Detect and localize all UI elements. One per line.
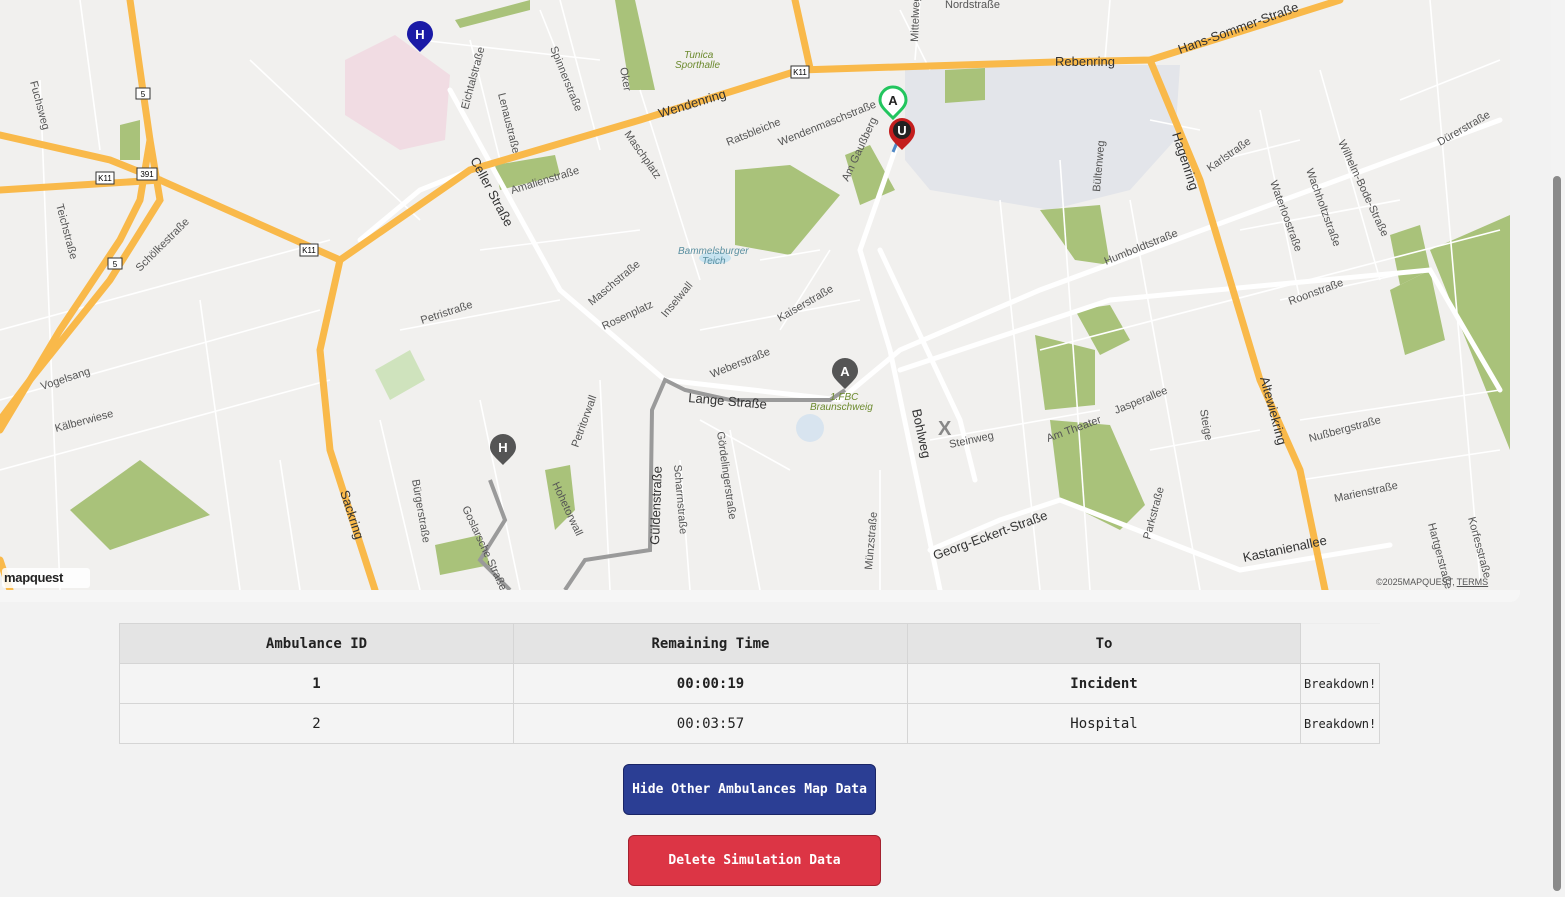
breakdown-link[interactable]: Breakdown! (1299, 663, 1381, 704)
ambulance-table: Ambulance ID Remaining Time To 1 00:00:1… (119, 623, 1381, 744)
svg-text:5: 5 (113, 260, 118, 269)
hide-other-ambulances-button[interactable]: Hide Other Ambulances Map Data (623, 764, 876, 815)
col-to: To (907, 623, 1301, 664)
map-copyright: ©2025MAPQUEST, TERMS (1376, 577, 1488, 587)
mapquest-logo: mapquest (2, 568, 90, 588)
svg-text:U: U (897, 123, 906, 138)
road-badge: 5 (107, 257, 123, 270)
cell-remaining-time: 00:03:57 (513, 703, 908, 744)
x-marker: X (938, 418, 952, 440)
col-action (1300, 623, 1380, 664)
col-remaining-time: Remaining Time (513, 623, 908, 664)
road-badge: 5 (135, 87, 151, 100)
svg-text:K11: K11 (793, 68, 807, 77)
cell-destination: Hospital (907, 703, 1301, 744)
park (945, 68, 985, 103)
scrollbar-thumb[interactable] (1553, 176, 1561, 891)
scrollbar[interactable] (1551, 0, 1565, 897)
cell-ambulance-id: 1 (119, 663, 514, 704)
col-ambulance-id: Ambulance ID (119, 623, 514, 664)
map-frame (0, 590, 1520, 602)
pond (796, 414, 824, 442)
park (120, 120, 140, 160)
breakdown-link[interactable]: Breakdown! (1299, 703, 1381, 744)
svg-text:H: H (415, 27, 424, 42)
svg-text:K11: K11 (302, 246, 316, 255)
road-badge: K11 (95, 171, 115, 185)
street-label: Mittelweg (909, 0, 923, 42)
cell-destination: Incident (907, 663, 1301, 704)
street-label: Nordstraße (945, 0, 1000, 11)
svg-text:391: 391 (140, 170, 154, 179)
road-badge: 391 (136, 167, 158, 181)
cell-ambulance-id: 2 (119, 703, 514, 744)
copyright-text: ©2025MAPQUEST, (1376, 577, 1455, 587)
road-badge: K11 (790, 65, 810, 79)
svg-text:K11: K11 (98, 174, 112, 183)
table-header-row: Ambulance ID Remaining Time To (119, 623, 1380, 664)
table-row: 2 00:03:57 Hospital Breakdown! (119, 703, 1381, 744)
svg-text:5: 5 (141, 90, 146, 99)
street-label: Güldenstraße (647, 466, 665, 545)
map-canvas[interactable]: K11 391 5 5 K11 K11 Nordstraße Rebenring… (0, 0, 1510, 590)
delete-simulation-button[interactable]: Delete Simulation Data (628, 835, 881, 886)
street-label: Rebenring (1055, 54, 1115, 69)
map-view[interactable]: K11 391 5 5 K11 K11 Nordstraße Rebenring… (0, 0, 1510, 590)
terms-link[interactable]: TERMS (1457, 577, 1489, 587)
svg-text:A: A (888, 93, 898, 108)
road-badge: K11 (299, 243, 319, 257)
map-background (0, 0, 1510, 590)
svg-text:H: H (498, 440, 507, 455)
svg-text:A: A (840, 364, 850, 379)
table-row: 1 00:00:19 Incident Breakdown! (119, 663, 1381, 704)
cell-remaining-time: 00:00:19 (513, 663, 908, 704)
